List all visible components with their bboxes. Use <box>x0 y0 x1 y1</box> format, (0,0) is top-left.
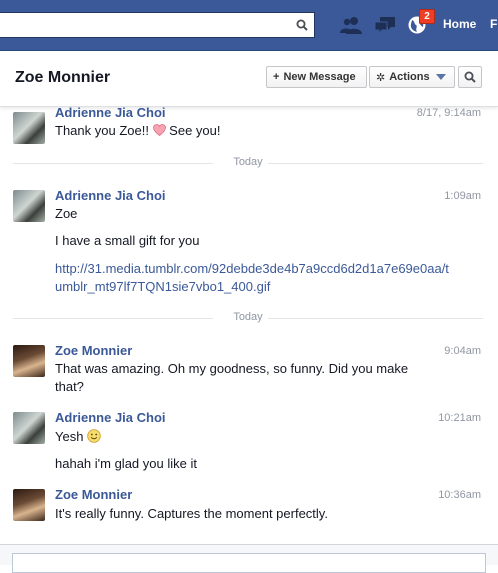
message-time: 10:21am <box>438 412 481 424</box>
divider-line <box>268 163 483 164</box>
gear-icon: ✲ <box>376 71 386 84</box>
message-time: 10:36am <box>438 489 481 501</box>
conversation-title: Zoe Monnier <box>15 69 111 86</box>
actions-button[interactable]: ✲ Actions <box>369 66 455 88</box>
friends-icon <box>340 17 362 34</box>
sender-name[interactable]: Adrienne Jia Choi <box>55 188 166 203</box>
message-text: hahah i'm glad you like it <box>55 456 197 471</box>
heart-icon <box>152 124 166 137</box>
sender-name[interactable]: Zoe Monnier <box>55 343 132 358</box>
new-message-button[interactable]: + New Message <box>266 66 367 88</box>
search-input[interactable] <box>0 13 297 37</box>
date-divider: Today <box>13 156 483 170</box>
message-link[interactable]: http://31.media.tumblr.com/92debde3de4b7… <box>55 260 455 296</box>
messages-icon <box>374 17 395 34</box>
avatar[interactable] <box>13 489 45 521</box>
message-text: I have a small gift for you <box>55 233 200 248</box>
plus-icon: + <box>273 71 280 83</box>
avatar[interactable] <box>13 190 45 222</box>
conversation-search-button[interactable] <box>458 66 482 88</box>
conversation-header: Zoe Monnier + New Message ✲ Actions <box>0 51 498 107</box>
notifications-count-badge: 2 <box>419 9 435 24</box>
message-text: Yesh <box>55 428 475 446</box>
top-navigation-bar: 2 Home Find Friends <box>0 0 498 51</box>
friend-requests-button[interactable] <box>339 14 363 36</box>
message-thread[interactable]: Adrienne Jia Choi 8/17, 9:14am Thank you… <box>0 105 498 544</box>
message-time: 9:04am <box>444 345 481 357</box>
message-text: It's really funny. Captures the moment p… <box>55 506 328 521</box>
sender-name[interactable]: Zoe Monnier <box>55 487 132 502</box>
reply-area <box>0 544 498 573</box>
smile-icon <box>87 429 101 443</box>
sender-name[interactable]: Adrienne Jia Choi <box>55 105 166 120</box>
avatar[interactable] <box>13 412 45 444</box>
actions-label: Actions <box>389 71 430 83</box>
message-time: 8/17, 9:14am <box>416 107 481 119</box>
caret-down-icon <box>435 74 446 80</box>
message-time: 1:09am <box>444 190 481 202</box>
find-friends-link[interactable]: Find Friends <box>490 17 498 31</box>
messages-button[interactable] <box>373 14 397 36</box>
date-divider: Today <box>13 311 483 325</box>
home-link[interactable]: Home <box>443 17 476 31</box>
search-icon <box>464 71 476 83</box>
date-divider-label: Today <box>233 156 263 168</box>
avatar[interactable] <box>13 112 45 144</box>
date-divider-label: Today <box>233 311 263 323</box>
avatar[interactable] <box>13 345 45 377</box>
reply-input[interactable] <box>12 553 486 573</box>
search-icon <box>296 19 308 31</box>
message-text: That was amazing. Oh my goodness, so fun… <box>55 361 409 394</box>
search-button[interactable] <box>290 13 314 37</box>
divider-line <box>268 318 483 319</box>
message-text: Zoe <box>55 206 78 221</box>
new-message-label: New Message <box>283 71 356 83</box>
search-box <box>0 12 315 38</box>
message-text: Thank you Zoe!! See you! <box>55 123 221 138</box>
sender-name[interactable]: Adrienne Jia Choi <box>55 410 166 425</box>
